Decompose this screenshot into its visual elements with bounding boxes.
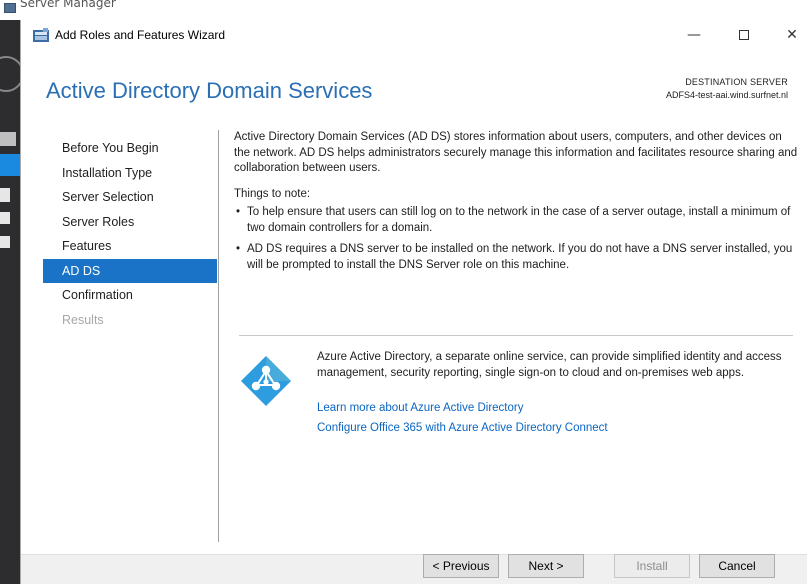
maximize-icon <box>739 30 749 40</box>
users-icon[interactable] <box>0 212 10 224</box>
destination-server-label: DESTINATION SERVER <box>685 77 788 87</box>
note-item: To help ensure that users can still log … <box>234 205 799 236</box>
content-area: Active Directory Domain Services (AD DS)… <box>234 130 799 279</box>
dialog-title: Add Roles and Features Wizard <box>55 28 226 42</box>
nav-item-ad-ds[interactable]: AD DS <box>43 258 217 283</box>
nav-item-server-roles[interactable]: Server Roles <box>43 210 217 235</box>
install-button: Install <box>614 554 690 578</box>
learn-more-azure-link[interactable]: Learn more about Azure Active Directory <box>317 402 523 414</box>
configure-office365-link[interactable]: Configure Office 365 with Azure Active D… <box>317 422 608 434</box>
server-manager-titlebar: Server Manager <box>0 0 807 20</box>
nav-divider <box>218 130 219 542</box>
previous-button[interactable]: < Previous <box>423 554 499 578</box>
all-servers-icon[interactable] <box>0 188 10 202</box>
nav-item-server-selection[interactable]: Server Selection <box>43 185 217 210</box>
file-services-icon[interactable] <box>0 236 10 248</box>
notes-list: To help ensure that users can still log … <box>234 205 799 273</box>
nav-item-confirmation[interactable]: Confirmation <box>43 283 217 308</box>
close-button[interactable]: ✕ <box>769 20 807 50</box>
cancel-button[interactable]: Cancel <box>699 554 775 578</box>
maximize-button[interactable] <box>721 20 767 50</box>
azure-ad-description: Azure Active Directory, a separate onlin… <box>317 351 782 379</box>
dashboard-icon[interactable] <box>0 132 16 146</box>
content-divider <box>239 335 793 336</box>
note-item: AD DS requires a DNS server to be instal… <box>234 242 799 273</box>
nav-item-features[interactable]: Features <box>43 234 217 259</box>
next-button[interactable]: Next > <box>508 554 584 578</box>
page-title: Active Directory Domain Services <box>46 78 373 103</box>
minimize-button[interactable]: — <box>671 20 717 50</box>
azure-ad-icon <box>241 356 291 406</box>
dialog-titlebar: Add Roles and Features Wizard — ✕ <box>21 20 807 50</box>
intro-text: Active Directory Domain Services (AD DS)… <box>234 131 798 174</box>
nav-item-before-you-begin[interactable]: Before You Begin <box>43 136 217 161</box>
server-manager-icon <box>4 3 16 13</box>
wizard-icon <box>33 28 49 42</box>
server-manager-title: Server Manager <box>20 0 116 10</box>
nav-item-results: Results <box>62 312 104 327</box>
wizard-steps-nav: Before You Begin Installation Type Serve… <box>43 136 217 332</box>
things-to-note-label: Things to note: <box>234 187 311 200</box>
destination-server-value: ADFS4-test-aai.wind.surfnet.nl <box>665 90 788 100</box>
server-manager-sidebar <box>0 20 24 584</box>
local-server-icon[interactable] <box>0 154 20 176</box>
add-roles-wizard-dialog: Add Roles and Features Wizard — ✕ Active… <box>20 20 807 584</box>
nav-item-installation-type[interactable]: Installation Type <box>43 161 217 186</box>
